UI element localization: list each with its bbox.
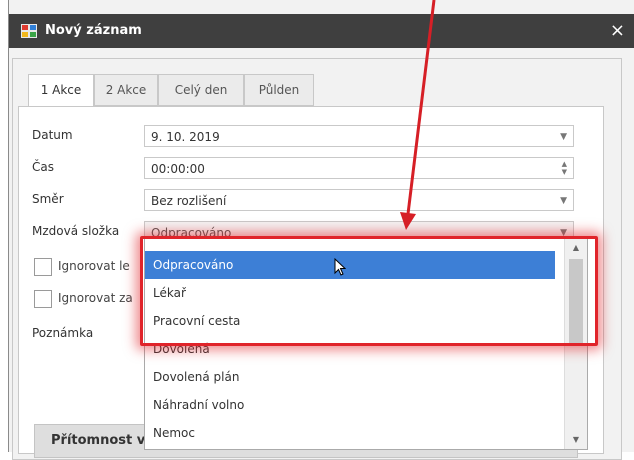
tab-1-akce[interactable]: 1 Akce [28,74,94,107]
cas-label: Čas [32,160,54,174]
dropdown-item[interactable]: Dovolená [145,335,555,363]
chevron-down-icon[interactable]: ▼ [560,190,567,212]
dropdown-item[interactable]: Pracovní cesta [145,307,555,335]
chevron-down-icon[interactable]: ▼ [560,126,567,148]
cas-value: 00:00:00 [151,162,205,176]
tab-cely-den[interactable]: Celý den [158,74,244,106]
mzdova-slozka-dropdown-list[interactable]: Odpracováno Lékař Pracovní cesta Dovolen… [144,238,588,450]
scroll-up-icon[interactable]: ▲ [565,239,587,257]
title-bar: Nový záznam × [9,14,634,48]
mouse-cursor-icon [334,258,346,276]
ignorovat-1-label: Ignorovat le [58,259,130,273]
window-title: Nový záznam [45,23,142,38]
datum-value: 9. 10. 2019 [151,130,220,144]
ignorovat-2-checkbox[interactable] [34,290,52,308]
dropdown-scrollbar[interactable]: ▲ ▼ [564,239,587,449]
dropdown-item[interactable]: Odpracováno [145,251,555,279]
cas-field[interactable]: 00:00:00 ▲ ▼ [144,157,574,179]
dropdown-item[interactable]: Lékař [145,279,555,307]
ignorovat-1-checkbox[interactable] [34,258,52,276]
close-icon[interactable]: × [610,20,625,41]
smer-label: Směr [32,192,64,206]
poznamka-label: Poznámka [32,326,94,340]
datum-field[interactable]: 9. 10. 2019 ▼ [144,125,574,147]
smer-field[interactable]: Bez rozlišení ▼ [144,189,574,211]
datum-label: Datum [32,128,73,142]
dropdown-item[interactable]: Nemoc [145,419,555,447]
ignorovat-2-label: Ignorovat za [58,291,133,305]
dropdown-item[interactable]: Náhradní volno [145,391,555,419]
tab-2-akce[interactable]: 2 Akce [94,74,158,106]
tab-pulden[interactable]: Půlden [244,74,314,106]
app-icon [21,24,37,38]
spin-updown-icon[interactable]: ▲ ▼ [562,160,567,176]
scroll-thumb[interactable] [569,259,583,343]
dropdown-item[interactable]: Dovolená plán [145,363,555,391]
mzdova-slozka-label: Mzdová složka [32,224,120,238]
scroll-down-icon[interactable]: ▼ [565,431,587,449]
smer-value: Bez rozlišení [151,194,227,208]
